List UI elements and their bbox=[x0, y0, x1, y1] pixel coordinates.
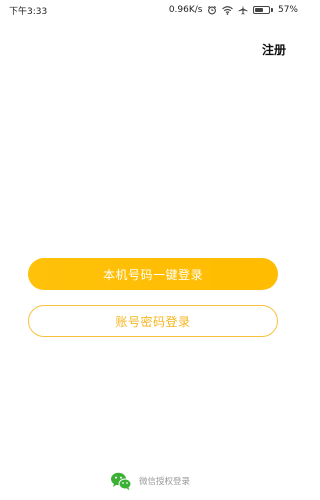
status-right: 0.96K/s 57% bbox=[169, 5, 298, 15]
battery-icon bbox=[253, 6, 273, 14]
status-bar: 下午3:33 0.96K/s 57% bbox=[0, 0, 306, 20]
status-time: 下午3:33 bbox=[9, 6, 48, 17]
battery-percent: 57% bbox=[277, 5, 298, 15]
alarm-icon bbox=[207, 5, 217, 15]
status-left: 下午3:33 bbox=[9, 4, 47, 17]
wechat-icon bbox=[110, 471, 132, 491]
airplane-icon bbox=[238, 5, 248, 15]
battery-level bbox=[255, 8, 263, 12]
password-login-button[interactable]: 账号密码登录 bbox=[28, 305, 278, 337]
wechat-login-label: 微信授权登录 bbox=[139, 477, 191, 487]
network-speed: 0.96K/s bbox=[168, 5, 203, 15]
login-screen: 下午3:33 0.96K/s 57% 注册 本机号码一键登录 账号密码登录 微信… bbox=[0, 0, 306, 500]
register-link[interactable]: 注册 bbox=[262, 41, 286, 58]
wechat-login-button[interactable]: 微信授权登录 bbox=[110, 471, 190, 491]
one-click-login-button[interactable]: 本机号码一键登录 bbox=[28, 258, 278, 290]
wifi-icon bbox=[222, 5, 234, 15]
